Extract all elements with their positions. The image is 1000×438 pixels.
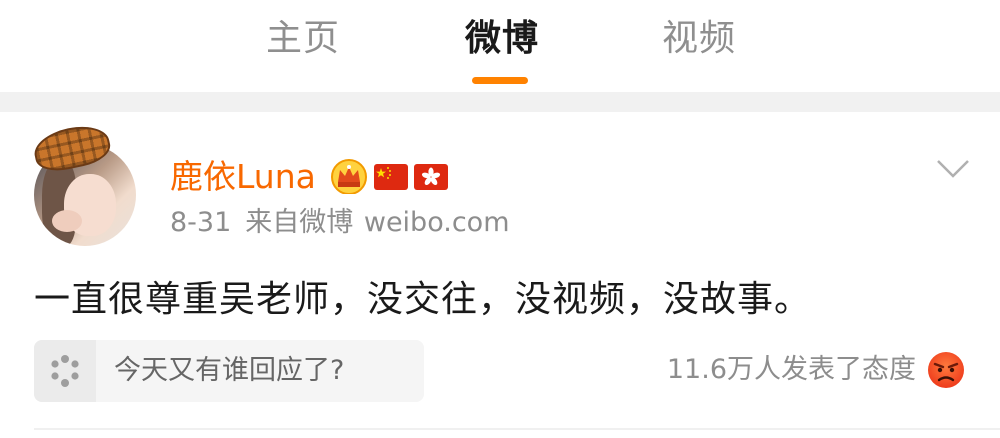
crown-icon[interactable] — [330, 158, 368, 194]
tab-video[interactable]: 视频 — [662, 14, 736, 64]
reaction-prompt-label: 今天又有谁回应了? — [114, 355, 345, 386]
prompt-icon-box — [34, 340, 96, 402]
post-username[interactable]: 鹿依Luna — [170, 154, 316, 200]
card-bottom-divider — [34, 428, 1000, 430]
reaction-prompt-button[interactable]: 今天又有谁回应了? — [34, 340, 424, 402]
loading-spinner-icon — [51, 355, 79, 387]
post-meta: 8-31 来自微博 weibo.com — [170, 204, 510, 242]
section-divider — [0, 92, 1000, 112]
post-text: 一直很尊重吴老师，没交往，没视频，没故事。 — [34, 279, 812, 320]
tab-weibo[interactable]: 微博 — [465, 14, 539, 64]
post-source: 来自微博 weibo.com — [245, 207, 510, 238]
avatar-hand — [52, 210, 82, 232]
avatar[interactable] — [30, 120, 138, 246]
weibo-post-card: 鹿依Luna 8-31 来自微博 weibo.com 一直很尊重吴老师，没交往，没… — [0, 112, 1000, 438]
angry-face-icon[interactable] — [926, 350, 966, 390]
post-date: 8-31 — [170, 207, 232, 238]
reaction-count[interactable]: 11.6万人发表了态度 — [667, 350, 916, 390]
tab-home[interactable]: 主页 — [266, 14, 340, 64]
top-tab-bar: 主页 微博 视频 — [0, 0, 1000, 92]
hong-kong-flag-icon — [414, 164, 448, 190]
active-tab-indicator — [472, 77, 528, 84]
chevron-down-icon[interactable] — [936, 158, 970, 180]
china-flag-icon — [374, 164, 408, 190]
